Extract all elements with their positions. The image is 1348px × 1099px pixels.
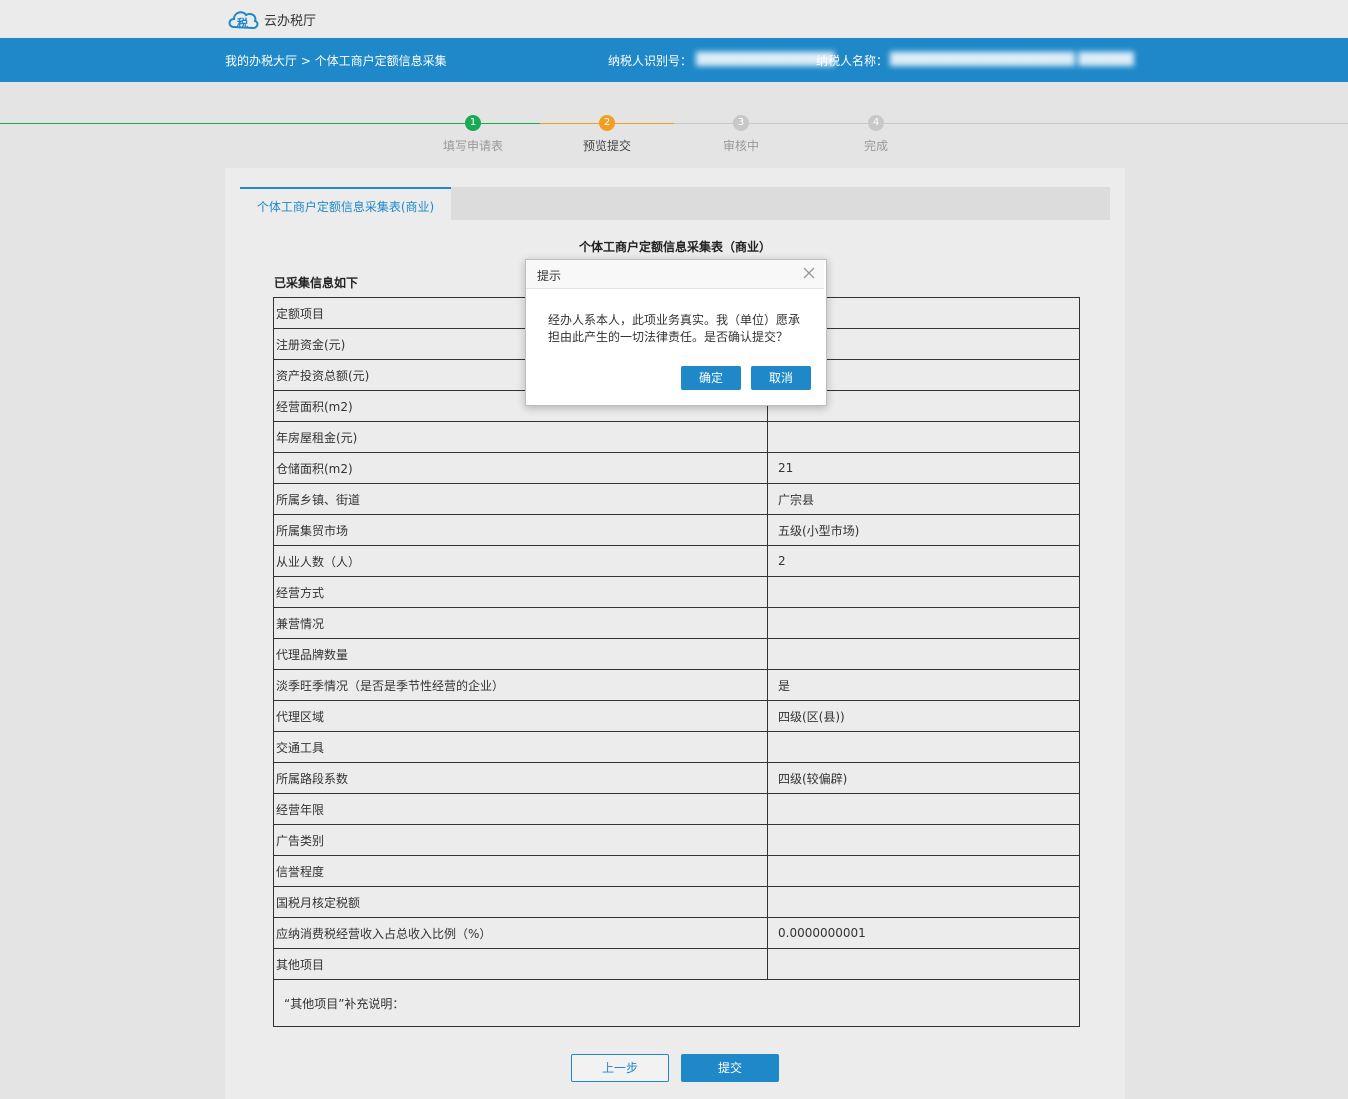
- row-value: [767, 855, 1080, 887]
- row-label: 经营年限: [273, 793, 768, 825]
- row-value: 是: [767, 669, 1080, 701]
- table-row: 经营方式: [273, 576, 1080, 608]
- row-value: 2: [767, 545, 1080, 577]
- breadcrumb[interactable]: 我的办税大厅 > 个体工商户定额信息采集: [225, 52, 447, 69]
- table-row: 交通工具: [273, 731, 1080, 763]
- row-label: 交通工具: [273, 731, 768, 763]
- row-value: [767, 731, 1080, 763]
- table-row: 所属集贸市场 五级(小型市场): [273, 514, 1080, 546]
- info-table: 定额项目零售注册资金(元)资产投资总额(元)经营面积(m2)年房屋租金(元)仓储…: [273, 297, 1080, 1027]
- table-row: 年房屋租金(元): [273, 421, 1080, 453]
- step-2: 2 预览提交: [557, 115, 657, 154]
- table-row: 所属路段系数 四级(较偏辟): [273, 762, 1080, 794]
- row-value: [767, 886, 1080, 918]
- prev-button[interactable]: 上一步: [571, 1054, 669, 1082]
- row-label: 经营方式: [273, 576, 768, 608]
- form-title: 个体工商户定额信息采集表（商业）: [578, 240, 771, 254]
- dialog-message: 经办人系本人，此项业务真实。我（单位）愿承担由此产生的一切法律责任。是否确认提交…: [548, 313, 801, 344]
- app-logo[interactable]: 税 云办税厅: [226, 5, 316, 33]
- other-items-note: “其他项目”补充说明：: [273, 979, 1080, 1027]
- row-label: 所属乡镇、街道: [273, 483, 768, 515]
- confirm-button[interactable]: 确定: [681, 366, 741, 390]
- step-1-number: 1: [465, 115, 481, 131]
- step-4: 4 完成: [826, 115, 926, 154]
- step-1: 1 填写申请表: [423, 115, 523, 154]
- taxpayer-id-value: ███████████████: [696, 52, 835, 66]
- taxpayer-name-value: ████████████████████ ██████: [890, 52, 1134, 66]
- row-value: [767, 607, 1080, 639]
- collected-info-heading: 已采集信息如下: [274, 276, 359, 290]
- row-label: 其他项目: [273, 948, 768, 980]
- close-icon[interactable]: [802, 266, 816, 280]
- row-value: 广宗县: [767, 483, 1080, 515]
- row-value: 0.0000000001: [767, 917, 1080, 949]
- step-3-number: 3: [733, 115, 749, 131]
- step-4-label: 完成: [863, 139, 888, 153]
- row-value: [767, 824, 1080, 856]
- taxpayer-name-label: 纳税人名称：: [816, 54, 889, 68]
- tab-strip: 个体工商户定额信息采集表(商业): [240, 187, 1110, 220]
- header-bar: 我的办税大厅 > 个体工商户定额信息采集 纳税人识别号： ███████████…: [0, 38, 1348, 82]
- table-row: 应纳消费税经营收入占总收入比例（%） 0.0000000001: [273, 917, 1080, 949]
- table-row: 兼营情况: [273, 607, 1080, 639]
- step-4-number: 4: [868, 115, 884, 131]
- row-label: 广告类别: [273, 824, 768, 856]
- row-value: 五级(小型市场): [767, 514, 1080, 546]
- row-label: 代理区域: [273, 700, 768, 732]
- table-row: 所属乡镇、街道 广宗县: [273, 483, 1080, 515]
- row-value: [767, 421, 1080, 453]
- table-row: 代理区域 四级(区(县)): [273, 700, 1080, 732]
- table-row: 代理品牌数量: [273, 638, 1080, 670]
- table-row: 其他项目: [273, 948, 1080, 980]
- taxpayer-id-label: 纳税人识别号：: [608, 54, 693, 68]
- cancel-button[interactable]: 取消: [751, 366, 811, 390]
- step-3: 3 审核中: [691, 115, 791, 154]
- app-name: 云办税厅: [264, 13, 317, 29]
- row-value: 21: [767, 452, 1080, 484]
- row-label: 年房屋租金(元): [273, 421, 768, 453]
- svg-text:税: 税: [237, 16, 248, 30]
- row-label: 从业人数（人）: [273, 545, 768, 577]
- row-label: 兼营情况: [273, 607, 768, 639]
- step-1-label: 填写申请表: [442, 139, 503, 153]
- row-label: 仓储面积(m2): [273, 452, 768, 484]
- table-row: 从业人数（人） 2: [273, 545, 1080, 577]
- row-value: 四级(区(县)): [767, 700, 1080, 732]
- submit-button[interactable]: 提交: [681, 1054, 779, 1082]
- row-label: 应纳消费税经营收入占总收入比例（%）: [273, 917, 768, 949]
- row-label: 信誉程度: [273, 855, 768, 887]
- top-bar: 税 云办税厅: [0, 0, 1348, 38]
- table-row-note: “其他项目”补充说明：: [273, 979, 1080, 1027]
- step-2-number: 2: [599, 115, 615, 131]
- row-value: [767, 638, 1080, 670]
- table-row: 信誉程度: [273, 855, 1080, 887]
- confirm-dialog: 提示 经办人系本人，此项业务真实。我（单位）愿承担由此产生的一切法律责任。是否确…: [525, 259, 827, 406]
- row-value: [767, 948, 1080, 980]
- table-row: 仓储面积(m2) 21: [273, 452, 1080, 484]
- table-row: 经营年限: [273, 793, 1080, 825]
- cloud-tax-icon: 税: [228, 11, 259, 30]
- step-3-label: 审核中: [722, 139, 759, 153]
- row-value: 四级(较偏辟): [767, 762, 1080, 794]
- row-label: 国税月核定税额: [273, 886, 768, 918]
- dialog-header: 提示: [526, 260, 824, 289]
- row-label: 代理品牌数量: [273, 638, 768, 670]
- row-label: 所属集贸市场: [273, 514, 768, 546]
- row-value: [767, 576, 1080, 608]
- dialog-title: 提示: [537, 269, 562, 283]
- row-value: [767, 793, 1080, 825]
- progress-steps: 1 填写申请表 2 预览提交 3 审核中 4 完成: [0, 110, 1348, 160]
- row-label: 所属路段系数: [273, 762, 768, 794]
- step-2-label: 预览提交: [582, 139, 631, 153]
- table-row: 广告类别: [273, 824, 1080, 856]
- table-row: 淡季旺季情况（是否是季节性经营的企业）是: [273, 669, 1080, 701]
- tab-form-commerce[interactable]: 个体工商户定额信息采集表(商业): [240, 187, 451, 220]
- table-row: 国税月核定税额: [273, 886, 1080, 918]
- row-label: 淡季旺季情况（是否是季节性经营的企业）: [273, 669, 768, 701]
